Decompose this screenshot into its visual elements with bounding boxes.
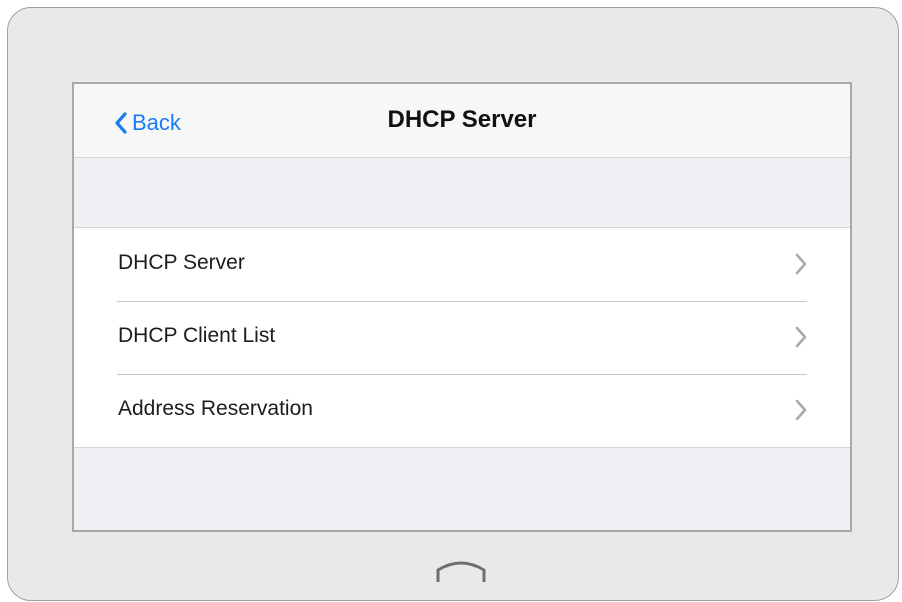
chevron-right-icon <box>795 253 807 275</box>
chevron-right-icon <box>795 399 807 421</box>
list-item-dhcp-client-list[interactable]: DHCP Client List <box>74 301 850 374</box>
settings-list: DHCP Server DHCP Client List Address Res… <box>74 227 850 448</box>
list-item-label: DHCP Server <box>118 251 245 274</box>
list-item-dhcp-server[interactable]: DHCP Server <box>74 228 850 301</box>
page-title: DHCP Server <box>387 106 537 133</box>
section-spacer <box>74 158 850 227</box>
chevron-right-icon <box>795 326 807 348</box>
home-button-icon[interactable] <box>434 558 488 584</box>
navigation-bar: Back DHCP Server <box>74 84 850 158</box>
list-item-label: DHCP Client List <box>118 324 276 347</box>
list-item-label: Address Reservation <box>118 397 313 420</box>
list-item-address-reservation[interactable]: Address Reservation <box>74 374 850 447</box>
device-frame: Back DHCP Server DHCP Server DHCP Client… <box>7 7 899 601</box>
screen: Back DHCP Server DHCP Server DHCP Client… <box>72 82 852 532</box>
